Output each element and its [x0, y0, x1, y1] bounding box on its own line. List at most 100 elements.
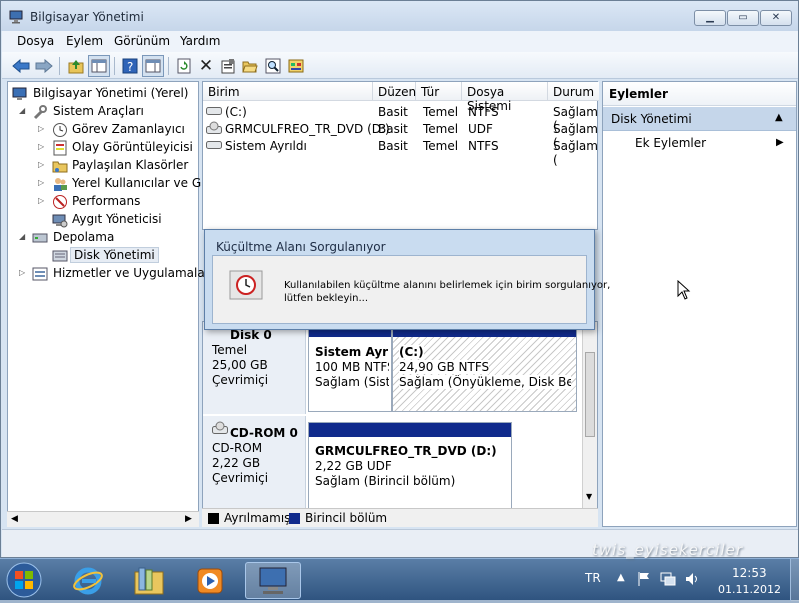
tree-item-event-viewer[interactable]: ▷ Olay Görüntüleyicisi [8, 139, 198, 157]
network-icon[interactable] [660, 571, 676, 587]
expand-arrow-icon[interactable]: ▷ [19, 269, 27, 277]
refresh-button[interactable] [173, 55, 195, 77]
tree-label: Yerel Kullanıcılar ve Gru [72, 176, 214, 190]
delete-button[interactable]: ✕ [195, 55, 217, 77]
menu-yardim[interactable]: Yardım [180, 34, 220, 48]
menu-eylem[interactable]: Eylem [66, 34, 103, 48]
tree-item-storage[interactable]: ◢ Depolama [8, 229, 198, 247]
disk0-type: Temel [212, 343, 248, 357]
scroll-down-icon[interactable]: ▼ [586, 492, 592, 501]
partition-system-reserved[interactable]: Sistem Ayrıl 100 MB NTFS Sağlam (Siste [308, 328, 392, 412]
column-header-type[interactable]: Tür [416, 82, 462, 101]
menu-dosya[interactable]: Dosya [17, 34, 54, 48]
show-hide-tree-button[interactable] [88, 55, 110, 77]
action-center-flag-icon[interactable] [637, 571, 651, 587]
title-bar[interactable]: Bilgisayar Yönetimi ▁ ▭ ✕ [1, 1, 798, 31]
expand-arrow-icon[interactable]: ▷ [38, 125, 46, 133]
dialog-title: Küçültme Alanı Sorgulanıyor [216, 240, 386, 254]
toolbar-separator [114, 57, 115, 75]
unallocated-swatch [208, 513, 219, 524]
back-button[interactable] [10, 55, 32, 77]
collapse-arrow-icon[interactable]: ◢ [19, 107, 27, 115]
forward-button[interactable] [33, 55, 55, 77]
dialog-message: Kullanılabilen küçültme alanını belirlem… [284, 280, 611, 291]
language-indicator[interactable]: TR [585, 571, 601, 585]
properties-button[interactable] [217, 55, 239, 77]
taskbar-internet-explorer[interactable] [60, 562, 116, 599]
device-manager-icon [52, 214, 68, 228]
volume-speaker-icon[interactable] [684, 571, 700, 587]
collapse-arrow-icon[interactable]: ◢ [19, 233, 27, 241]
wizard-button[interactable] [285, 55, 307, 77]
tree-label: Disk Yönetimi [70, 247, 159, 263]
tree-horizontal-scrollbar[interactable]: ◀ ▶ [7, 511, 199, 527]
collapse-up-icon[interactable]: ▲ [775, 112, 783, 123]
table-row[interactable]: GRMCULFREO_TR_DVD (D:) Basit Temel UDF S… [203, 120, 599, 150]
partition-dvd[interactable]: GRMCULFREO_TR_DVD (D:) 2,22 GB UDF Sağla… [308, 422, 512, 510]
search-button[interactable] [262, 55, 284, 77]
partition-size: 2,22 GB UDF [315, 459, 392, 473]
tree-item-shared-folders[interactable]: ▷ Paylaşılan Klasörler [8, 157, 198, 175]
open-button[interactable] [239, 55, 261, 77]
tree-item-services-apps[interactable]: ▷ Hizmetler ve Uygulamalar [8, 265, 210, 283]
taskbar-media-player[interactable] [182, 562, 238, 599]
watermark: twis_eyisekerciler [592, 541, 744, 559]
tree-item-task-scheduler[interactable]: ▷ Görev Zamanlayıcı [8, 121, 198, 139]
storage-icon [32, 233, 48, 243]
expand-arrow-icon[interactable]: ▷ [38, 143, 46, 151]
volume-filesystem: UDF [468, 122, 493, 136]
back-arrow-icon [12, 59, 30, 73]
tree-item-computer-management[interactable]: Bilgisayar Yönetimi (Yerel) [8, 85, 198, 103]
show-hidden-icons-icon[interactable]: ▲ [617, 572, 625, 583]
action-more-actions[interactable]: Ek Eylemler ▶ [603, 134, 796, 154]
cdrom0-label[interactable]: CD-ROM 0 CD-ROM 2,22 GB Çevrimiçi [203, 416, 306, 512]
table-row[interactable]: Sistem Ayrıldı Basit Temel NTFS Sağlam ( [203, 137, 599, 167]
start-button[interactable] [4, 560, 44, 600]
submenu-arrow-icon: ▶ [776, 137, 784, 148]
performance-icon [53, 195, 67, 209]
volume-layout: Basit [378, 122, 408, 136]
tree-item-performance[interactable]: ▷ Performans [8, 193, 198, 211]
clock-date[interactable]: 01.11.2012 [718, 583, 781, 596]
volume-type: Temel [423, 122, 459, 136]
tree-item-disk-management[interactable]: Disk Yönetimi [8, 247, 198, 265]
taskbar-computer-management[interactable] [245, 562, 301, 599]
table-row[interactable]: (C:) Basit Temel NTFS Sağlam ( [203, 103, 599, 133]
expand-arrow-icon[interactable]: ▷ [38, 179, 46, 187]
tree-item-system-tools[interactable]: ◢ Sistem Araçları [8, 103, 198, 121]
column-header-status[interactable]: Durum [548, 82, 599, 101]
partition-c-drive[interactable]: (C:) 24,90 GB NTFS Sağlam (Önyükleme, Di… [392, 328, 577, 412]
close-button[interactable]: ✕ [760, 10, 792, 26]
column-header-layout[interactable]: Düzen [373, 82, 416, 101]
menu-gorunum[interactable]: Görünüm [114, 34, 170, 48]
up-level-button[interactable] [65, 55, 87, 77]
toolbar-separator [59, 57, 60, 75]
actions-pane: Eylemler Disk Yönetimi ▲ Ek Eylemler ▶ [602, 81, 797, 527]
scroll-right-icon[interactable]: ▶ [185, 514, 192, 524]
disk-legend: Ayrılmamış Birincil bölüm [202, 508, 598, 527]
expand-arrow-icon[interactable]: ▷ [38, 161, 46, 169]
partition-status: Sağlam (Birincil bölüm) [315, 474, 456, 488]
help-button[interactable]: ? [119, 55, 141, 77]
tree-item-local-users[interactable]: ▷ Yerel Kullanıcılar ve Gru [8, 175, 214, 193]
column-header-filesystem[interactable]: Dosya Sistemi [462, 82, 548, 113]
magnifier-icon [265, 58, 281, 74]
disk-view-vertical-scrollbar[interactable]: ▼ [582, 322, 597, 508]
maximize-button[interactable]: ▭ [727, 10, 759, 26]
cdrom0-size: 2,22 GB [212, 456, 261, 470]
show-hide-action-pane-button[interactable] [142, 55, 164, 77]
scrollbar-thumb[interactable] [585, 352, 595, 437]
show-desktop-button[interactable] [790, 559, 799, 601]
toolbar-separator [168, 57, 169, 75]
expand-arrow-icon[interactable]: ▷ [38, 197, 46, 205]
column-header-volume[interactable]: Birim [203, 82, 373, 101]
taskbar-explorer[interactable] [121, 562, 177, 599]
disk0-label[interactable]: Disk 0 Temel 25,00 GB Çevrimiçi [203, 322, 306, 414]
scroll-left-icon[interactable]: ◀ [11, 514, 18, 524]
clock-time[interactable]: 12:53 [732, 566, 767, 580]
minimize-button[interactable]: ▁ [694, 10, 726, 26]
forward-arrow-icon [35, 59, 53, 73]
actions-header: Eylemler [603, 82, 796, 106]
tree-item-device-manager[interactable]: Aygıt Yöneticisi [8, 211, 198, 229]
actions-section-disk-management[interactable]: Disk Yönetimi ▲ [603, 107, 796, 131]
